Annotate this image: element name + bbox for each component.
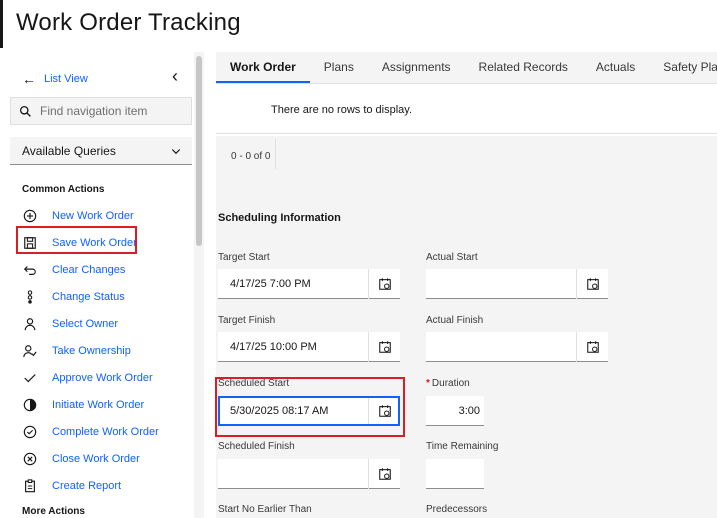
undo-icon	[22, 262, 38, 278]
action-complete-work-order[interactable]: Complete Work Order	[22, 424, 159, 440]
action-close-work-order[interactable]: Close Work Order	[22, 451, 140, 467]
calendar-icon[interactable]	[576, 268, 608, 299]
actual-start-label: Actual Start	[426, 252, 478, 263]
list-view-label: List View	[44, 73, 88, 85]
time-remaining-field[interactable]	[426, 459, 484, 489]
more-actions-title: More Actions	[22, 506, 85, 517]
queries-label: Available Queries	[22, 143, 116, 158]
nav-search-input[interactable]	[40, 104, 180, 118]
report-icon	[22, 478, 38, 494]
tab-assignments[interactable]: Assignments	[368, 52, 465, 83]
common-actions-title: Common Actions	[22, 184, 105, 195]
search-icon	[19, 105, 31, 117]
start-no-earlier-label: Start No Earlier Than	[218, 504, 312, 515]
action-label: Close Work Order	[52, 453, 140, 465]
section-gap	[216, 172, 717, 198]
close-circle-icon	[22, 451, 38, 467]
available-queries-dropdown[interactable]: Available Queries	[10, 137, 192, 165]
nav-search[interactable]	[10, 97, 192, 125]
action-select-owner[interactable]: Select Owner	[22, 316, 118, 332]
target-start-field[interactable]: 4/17/25 7:00 PM	[218, 268, 400, 299]
action-clear-changes[interactable]: Clear Changes	[22, 262, 125, 278]
sidebar-scrollbar-thumb[interactable]	[196, 56, 202, 246]
action-approve-work-order[interactable]: Approve Work Order	[22, 370, 153, 386]
action-label: Clear Changes	[52, 264, 126, 276]
title-accent-bar	[0, 0, 3, 48]
tab-related-records[interactable]: Related Records	[465, 52, 582, 83]
pagination-bar: 0 - 0 of 0	[216, 136, 717, 172]
app-title: Work Order Tracking	[16, 9, 241, 36]
tab-plans[interactable]: Plans	[310, 52, 368, 83]
scheduling-title: Scheduling Information	[218, 212, 341, 224]
action-label: Create Report	[52, 480, 122, 492]
required-marker: *	[426, 378, 430, 389]
action-label: Select Owner	[52, 318, 119, 330]
target-start-value: 4/17/25 7:00 PM	[230, 277, 311, 290]
actual-start-field[interactable]	[426, 268, 608, 299]
predecessors-label: Predecessors	[426, 504, 488, 515]
empty-message: There are no rows to display.	[271, 104, 413, 116]
calendar-icon[interactable]	[368, 331, 400, 362]
tab-safety-plan[interactable]: Safety Plan	[649, 52, 717, 83]
action-label: Approve Work Order	[52, 372, 153, 384]
chevron-down-icon	[171, 148, 181, 154]
add-circle-icon	[22, 208, 38, 224]
pagination-divider	[275, 139, 276, 169]
duration-field[interactable]: 3:00	[426, 396, 484, 426]
actual-finish-label: Actual Finish	[426, 315, 484, 326]
time-remaining-label: Time Remaining	[426, 441, 499, 452]
user-check-icon	[22, 343, 38, 359]
calendar-icon[interactable]	[576, 331, 608, 362]
duration-value: 3:00	[458, 404, 480, 417]
scheduled-finish-field[interactable]	[218, 458, 400, 489]
pagination-count: 0 - 0 of 0	[231, 151, 271, 162]
action-label: New Work Order	[52, 210, 134, 222]
action-initiate-work-order[interactable]: Initiate Work Order	[22, 397, 144, 413]
tab-work-order[interactable]: Work Order	[216, 52, 310, 83]
scheduled-finish-label: Scheduled Finish	[218, 441, 295, 452]
duration-label: Duration	[431, 378, 470, 389]
scheduled-start-highlight-box	[215, 377, 405, 437]
action-take-ownership[interactable]: Take Ownership	[22, 343, 131, 359]
action-create-report[interactable]: Create Report	[22, 478, 121, 494]
calendar-icon[interactable]	[368, 268, 400, 299]
action-label: Take Ownership	[52, 345, 131, 357]
target-finish-field[interactable]: 4/17/25 10:00 PM	[218, 331, 400, 362]
half-circle-icon	[22, 397, 38, 413]
status-icon	[22, 289, 38, 305]
checkmark-icon	[22, 370, 38, 386]
action-new-work-order[interactable]: New Work Order	[22, 208, 134, 224]
tab-actuals[interactable]: Actuals	[582, 52, 649, 83]
record-tabs: Work Order Plans Assignments Related Rec…	[216, 52, 717, 84]
empty-table: There are no rows to display.	[216, 84, 717, 134]
duration-label-wrap: * Duration	[426, 378, 470, 389]
user-icon	[22, 316, 38, 332]
action-label: Change Status	[52, 291, 125, 303]
checkmark-circle-icon	[22, 424, 38, 440]
actual-finish-field[interactable]	[426, 331, 608, 362]
target-finish-value: 4/17/25 10:00 PM	[230, 340, 317, 353]
action-label: Initiate Work Order	[52, 399, 145, 411]
action-label: Complete Work Order	[52, 426, 159, 438]
arrow-left-icon: ←	[22, 71, 36, 87]
save-highlight-box	[16, 226, 137, 254]
target-start-label: Target Start	[218, 252, 270, 263]
calendar-icon[interactable]	[368, 458, 400, 489]
list-view-link[interactable]: ← List View	[22, 71, 88, 87]
action-change-status[interactable]: Change Status	[22, 289, 125, 305]
target-finish-label: Target Finish	[218, 315, 276, 326]
chevron-left-icon[interactable]: ‹	[172, 66, 178, 87]
